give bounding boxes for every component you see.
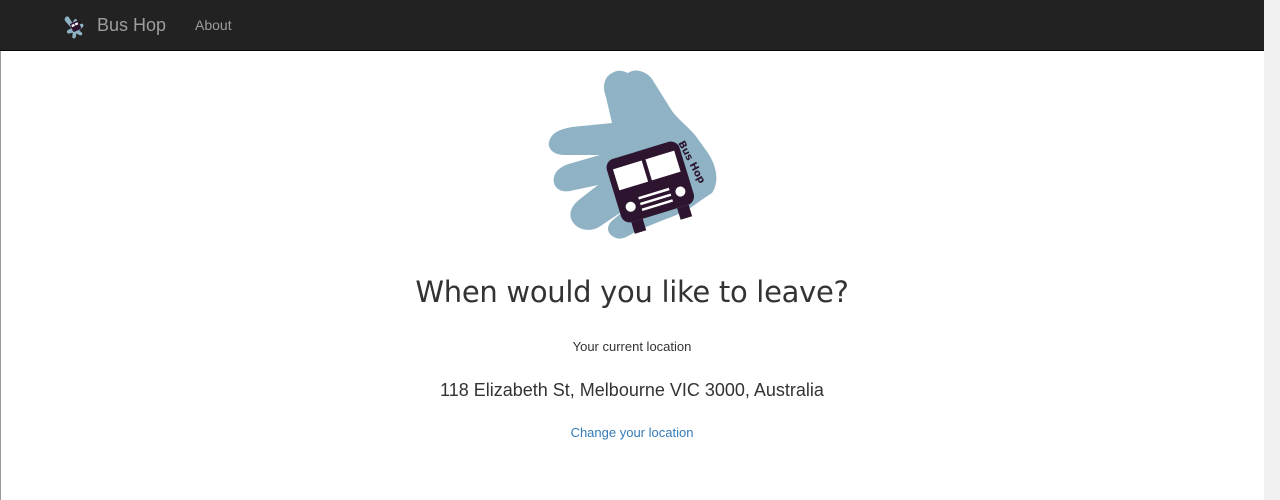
page-title: When would you like to leave?: [415, 275, 849, 309]
brand-name: Bus Hop: [97, 15, 167, 35]
current-address: 118 Elizabeth St, Melbourne VIC 3000, Au…: [440, 380, 824, 400]
bus-hop-hand-logo: Bus Hop: [548, 70, 717, 239]
top-navbar: Bus Hop About: [0, 0, 1264, 51]
nav-link-about[interactable]: About: [195, 0, 232, 51]
bus-hop-hand-icon: [64, 15, 84, 38]
brand-link[interactable]: Bus Hop: [60, 0, 166, 51]
change-location-wrapper: Change your location: [0, 425, 1264, 440]
change-location-link[interactable]: Change your location: [571, 425, 694, 440]
current-location-label: Your current location: [572, 339, 692, 354]
main-content: Bus Hop When would you like to leave? Yo…: [0, 51, 1264, 500]
page-scrollbar[interactable]: [1264, 0, 1280, 500]
